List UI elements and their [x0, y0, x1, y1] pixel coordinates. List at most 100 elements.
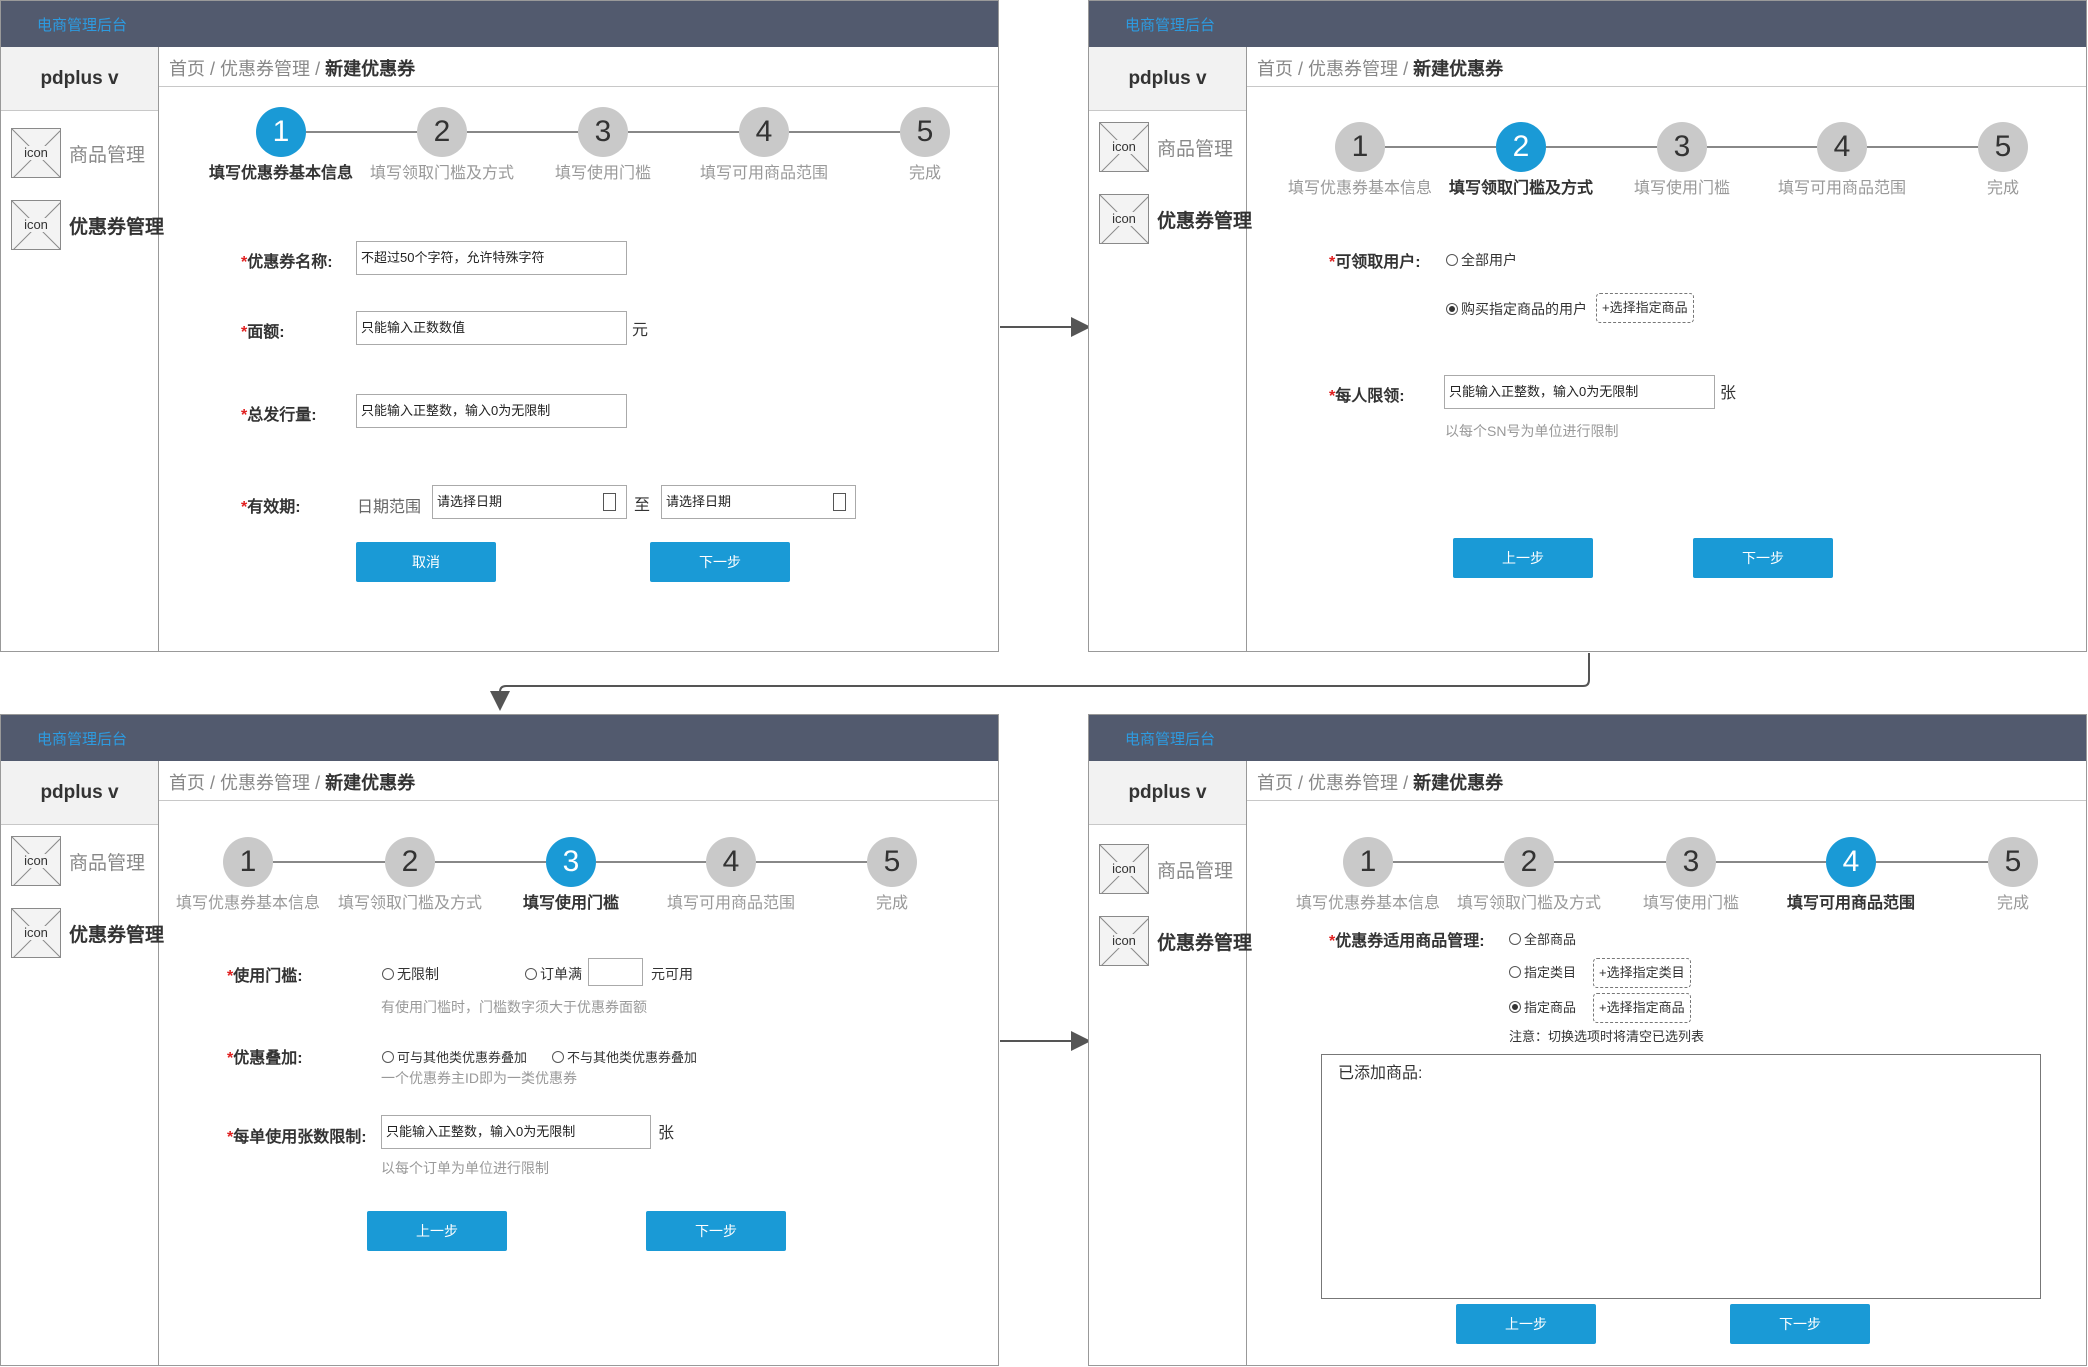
step-circle-4: 4: [706, 837, 756, 887]
total-input[interactable]: 只能输入正整数，输入0为无限制: [356, 394, 627, 428]
step-circle-5: 5: [1978, 122, 2028, 172]
calendar-icon[interactable]: [833, 493, 846, 511]
cancel-button[interactable]: 取消: [356, 542, 496, 582]
users-label: *可领取用户:: [1329, 254, 1421, 271]
sidebar-item-label: 优惠券管理: [69, 924, 165, 946]
placeholder-icon: icon: [11, 200, 61, 250]
radio-stack-no[interactable]: 不与其他类优惠券叠加: [552, 1047, 697, 1066]
next-button[interactable]: 下一步: [646, 1211, 786, 1251]
step-circle-4: 4: [739, 107, 789, 157]
sidebar-item-coupons[interactable]: icon 优惠券管理: [11, 199, 164, 251]
amount-unit: 元: [632, 322, 649, 339]
radio-icon: [1509, 965, 1521, 978]
step-label-5: 完成: [1986, 180, 2019, 197]
placeholder-icon: icon: [11, 908, 61, 958]
step-label-5: 完成: [1996, 895, 2029, 912]
added-goods-title: 已添加商品:: [1338, 1065, 1423, 1082]
step-circle-1: 1: [1343, 837, 1393, 887]
step-connector: [628, 131, 739, 133]
per-order-label: *每单使用张数限制:: [227, 1129, 367, 1146]
frame-step3: 电商管理后台 pdplus v icon 商品管理 icon 优惠券管理 首页 …: [0, 714, 999, 1366]
frame-step4: 电商管理后台 pdplus v icon 商品管理 icon 优惠券管理 首页 …: [1088, 714, 2087, 1366]
stepper: 1 填写优惠券基本信息 2 填写领取门槛及方式 3 填写使用门槛 4 填写可用商品范围 5 完成: [1089, 715, 2086, 915]
coupon-name-label: *优惠券名称:: [241, 254, 333, 271]
prev-button[interactable]: 上一步: [1453, 538, 1593, 578]
step-connector: [1554, 861, 1666, 863]
radio-category[interactable]: 指定类目: [1509, 962, 1576, 981]
select-goods-button[interactable]: +选择指定商品: [1596, 293, 1694, 323]
next-button[interactable]: 下一步: [650, 542, 790, 582]
radio-icon: [1509, 932, 1521, 945]
stepper: 1 填写优惠券基本信息 2 填写领取门槛及方式 3 填写使用门槛 4 填写可用商品范围 5 完成: [1089, 1, 2086, 201]
step-connector: [1876, 861, 1988, 863]
per-order-hint: 以每个订单为单位进行限制: [381, 1160, 549, 1176]
arrow-2-to-3: [490, 653, 1590, 711]
date-end-input[interactable]: 请选择日期: [661, 485, 856, 519]
step-circle-4: 4: [1826, 837, 1876, 887]
radio-stack-yes[interactable]: 可与其他类优惠券叠加: [382, 1047, 527, 1066]
next-button[interactable]: 下一步: [1693, 538, 1833, 578]
radio-icon: [382, 968, 394, 980]
limit-input[interactable]: 只能输入正整数，输入0为无限制: [1444, 375, 1715, 409]
stack-hint: 一个优惠券主ID即为一类优惠券: [381, 1070, 577, 1086]
radio-icon: [1446, 254, 1458, 266]
radio-specific-goods[interactable]: 指定商品: [1509, 997, 1576, 1016]
step-circle-3: 3: [546, 837, 596, 887]
step-connector: [435, 861, 546, 863]
order-full-amount-input[interactable]: [588, 958, 643, 986]
step-circle-3: 3: [1666, 837, 1716, 887]
step-circle-3: 3: [1657, 122, 1707, 172]
select-goods-button[interactable]: +选择指定商品: [1593, 993, 1691, 1023]
sidebar-item-label: 优惠券管理: [69, 216, 165, 238]
prev-button[interactable]: 上一步: [367, 1211, 507, 1251]
step-connector: [1546, 146, 1657, 148]
placeholder-icon: icon: [1099, 916, 1149, 966]
step-connector: [306, 131, 417, 133]
radio-icon: [552, 1050, 564, 1063]
amount-input[interactable]: 只能输入正数数值: [356, 311, 627, 345]
radio-all-goods[interactable]: 全部商品: [1509, 929, 1576, 948]
limit-label: *每人限领:: [1329, 388, 1405, 405]
step-circle-1: 1: [256, 107, 306, 157]
step-circle-2: 2: [1496, 122, 1546, 172]
step-connector: [596, 861, 706, 863]
select-category-button[interactable]: +选择指定类目: [1593, 958, 1691, 988]
limit-hint: 以每个SN号为单位进行限制: [1445, 423, 1619, 439]
radio-icon: [1509, 1000, 1521, 1013]
threshold-label: *使用门槛:: [227, 968, 303, 985]
coupon-name-input[interactable]: 不超过50个字符，允许特殊字符: [356, 241, 627, 275]
step-circle-3: 3: [578, 107, 628, 157]
prev-button[interactable]: 上一步: [1456, 1304, 1596, 1344]
sidebar-item-coupons[interactable]: icon 优惠券管理: [1099, 915, 1252, 967]
frame-step1: 电商管理后台 pdplus v icon 商品管理 icon 优惠券管理 首页 …: [0, 0, 999, 652]
step-label-5: 完成: [875, 895, 908, 912]
step-connector: [467, 131, 578, 133]
placeholder-icon: icon: [1099, 194, 1149, 244]
next-button[interactable]: 下一步: [1730, 1304, 1870, 1344]
stepper: 1 填写优惠券基本信息 2 填写领取门槛及方式 3 填写使用门槛 4 填写可用商品范围 5 完成: [1, 1, 998, 201]
sidebar-item-label: 优惠券管理: [1157, 932, 1253, 954]
step-circle-5: 5: [867, 837, 917, 887]
per-order-input[interactable]: 只能输入正整数，输入0为无限制: [381, 1115, 651, 1149]
step-connector: [1716, 861, 1826, 863]
step-circle-5: 5: [900, 107, 950, 157]
validity-label: *有效期:: [241, 499, 301, 516]
date-to-label: 至: [634, 497, 651, 514]
radio-buyers[interactable]: 购买指定商品的用户: [1446, 299, 1587, 319]
calendar-icon[interactable]: [603, 493, 616, 511]
step-connector: [1867, 146, 1978, 148]
sidebar-item-label: 优惠券管理: [1157, 210, 1253, 232]
step-connector: [273, 861, 385, 863]
step-circle-2: 2: [1504, 837, 1554, 887]
stack-label: *优惠叠加:: [227, 1050, 303, 1067]
step-connector: [756, 861, 867, 863]
radio-order-full[interactable]: 订单满: [525, 964, 582, 984]
radio-no-limit[interactable]: 无限制: [382, 964, 439, 984]
step-circle-1: 1: [1335, 122, 1385, 172]
step-connector: [1385, 146, 1496, 148]
step-connector: [1393, 861, 1504, 863]
step-label-5: 完成: [908, 165, 941, 182]
radio-all-users[interactable]: 全部用户: [1446, 250, 1517, 270]
amount-label: *面额:: [241, 324, 285, 341]
date-start-input[interactable]: 请选择日期: [432, 485, 627, 519]
